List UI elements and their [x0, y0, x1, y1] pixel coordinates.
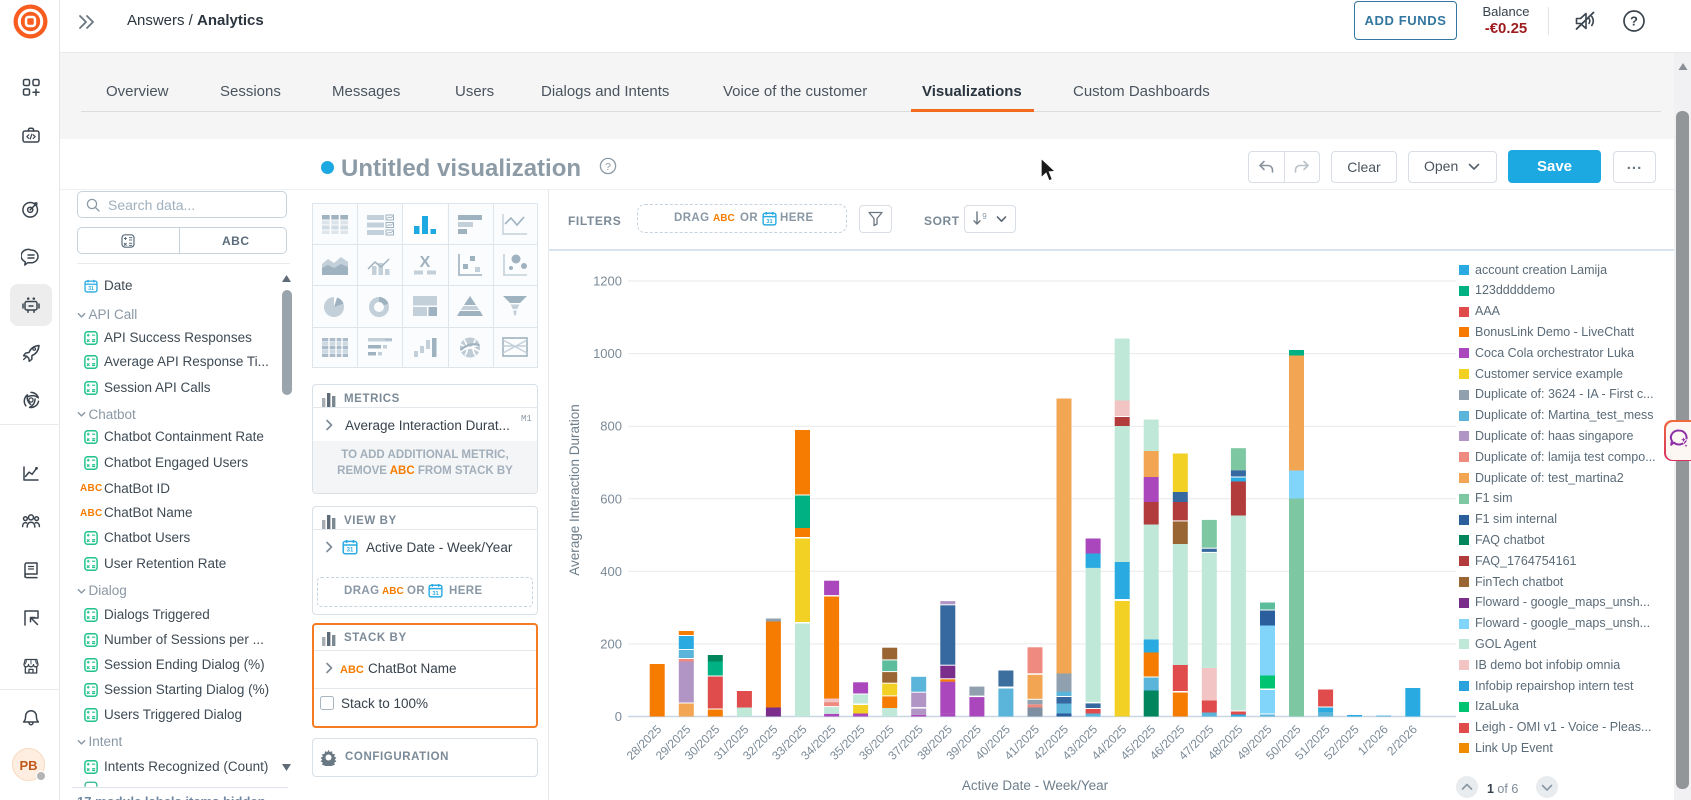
svg-text:31: 31 [347, 548, 354, 554]
svg-text:9: 9 [982, 212, 987, 221]
svg-text:2/2026: 2/2026 [1384, 722, 1420, 758]
svg-text:X: X [420, 254, 431, 271]
svg-text:1200: 1200 [593, 274, 622, 289]
svg-text:200: 200 [600, 636, 622, 651]
svg-text:0: 0 [615, 709, 622, 724]
svg-text:600: 600 [600, 491, 622, 506]
svg-text:31: 31 [766, 219, 772, 225]
svg-text:800: 800 [600, 419, 622, 434]
svg-text:Active Date - Week/Year: Active Date - Week/Year [962, 778, 1109, 793]
svg-text:400: 400 [600, 564, 622, 579]
svg-text:31: 31 [88, 286, 94, 292]
svg-text:?: ? [1630, 14, 1638, 29]
svg-text:?: ? [605, 161, 611, 173]
svg-text:Average Interaction Duration: Average Interaction Duration [567, 404, 582, 576]
svg-text:1/2026: 1/2026 [1355, 722, 1391, 758]
svg-text:31: 31 [432, 591, 438, 597]
svg-text:1000: 1000 [593, 346, 622, 361]
